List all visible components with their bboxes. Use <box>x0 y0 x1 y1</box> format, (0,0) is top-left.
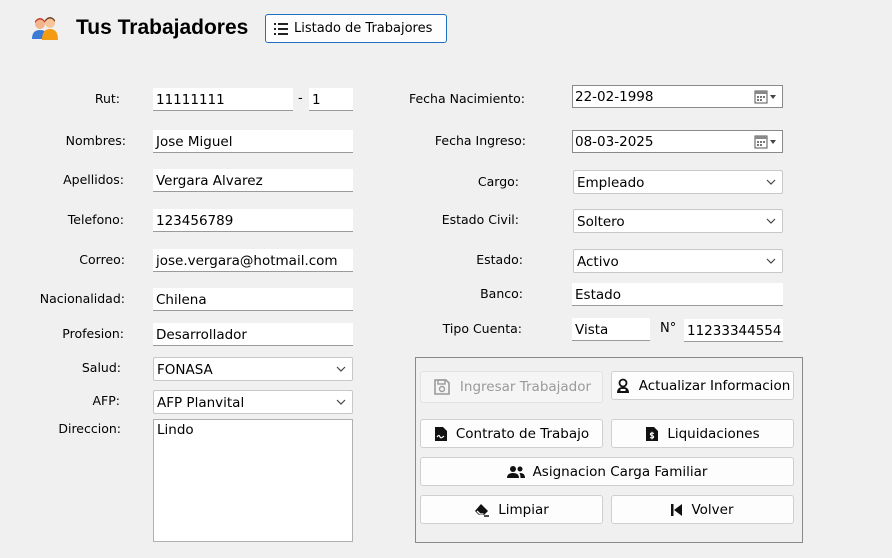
volver-button[interactable]: Volver <box>611 495 794 524</box>
rut-separator: - <box>298 91 303 106</box>
estado-civil-selected: Soltero <box>577 214 625 230</box>
volver-label: Volver <box>691 501 734 518</box>
profesion-input[interactable]: Desarrollador <box>153 323 353 346</box>
direccion-label: Direccion: <box>58 421 121 436</box>
page-title: Tus Trabajadores <box>76 16 249 39</box>
asignacion-carga-familiar-label: Asignacion Carga Familiar <box>532 463 708 480</box>
contrato-trabajo-button[interactable]: Contrato de Trabajo <box>420 419 603 448</box>
liquidaciones-button[interactable]: Liquidaciones <box>611 419 794 448</box>
afp-label: AFP: <box>92 393 121 408</box>
contrato-trabajo-label: Contrato de Trabajo <box>455 425 590 442</box>
fecha-nacimiento-value: 22-02-1998 <box>575 89 654 105</box>
list-workers-button[interactable]: Listado de Trabajores <box>265 14 447 43</box>
fecha-ingreso-label: Fecha Ingreso: <box>434 133 526 148</box>
nombres-input[interactable]: Jose Miguel <box>153 130 353 153</box>
nombres-label: Nombres: <box>65 133 126 148</box>
limpiar-label: Limpiar <box>498 501 549 518</box>
estado-label: Estado: <box>476 252 523 267</box>
ingresar-trabajador-label: Ingresar Trabajador <box>459 379 592 395</box>
eraser-icon <box>475 503 490 517</box>
fecha-ingreso-value: 08-03-2025 <box>575 134 654 150</box>
cargo-selected: Empleado <box>577 175 645 191</box>
actualizar-informacion-label: Actualizar Informacion <box>638 377 791 394</box>
family-group-icon <box>506 465 525 478</box>
fecha-nacimiento-label: Fecha Nacimiento: <box>408 91 525 106</box>
correo-label: Correo: <box>79 252 125 267</box>
afp-select[interactable]: AFP Planvital <box>153 390 353 414</box>
banco-input[interactable]: Estado <box>572 283 783 306</box>
nacionalidad-input[interactable]: Chilena <box>153 288 353 311</box>
telefono-label: Telefono: <box>67 212 124 227</box>
chevron-down-icon <box>766 179 776 185</box>
payslip-document-icon <box>646 426 659 441</box>
asignacion-carga-familiar-button[interactable]: Asignacion Carga Familiar <box>420 457 794 486</box>
estado-selected: Activo <box>577 254 619 270</box>
rut-label: Rut: <box>94 91 120 106</box>
chevron-down-icon <box>336 399 346 405</box>
actualizar-informacion-button[interactable]: Actualizar Informacion <box>611 371 794 400</box>
tipo-cuenta-input[interactable]: Vista <box>572 318 650 341</box>
salud-selected: FONASA <box>157 362 213 378</box>
user-update-icon <box>616 378 629 393</box>
estado-civil-label: Estado Civil: <box>441 212 519 227</box>
salud-select[interactable]: FONASA <box>153 357 353 381</box>
calendar-icon[interactable] <box>754 90 778 104</box>
numero-label: N° <box>660 321 677 336</box>
calendar-icon[interactable] <box>754 135 778 149</box>
ingresar-trabajador-button[interactable]: Ingresar Trabajador <box>420 371 603 403</box>
banco-label: Banco: <box>480 286 523 301</box>
list-icon <box>274 22 288 35</box>
cargo-select[interactable]: Empleado <box>573 170 783 194</box>
liquidaciones-label: Liquidaciones <box>667 425 760 442</box>
direccion-textarea[interactable]: Lindo <box>153 419 353 542</box>
cargo-label: Cargo: <box>477 174 519 189</box>
tipo-cuenta-label: Tipo Cuenta: <box>442 321 522 336</box>
chevron-down-icon <box>336 366 346 372</box>
chevron-down-icon <box>766 258 776 264</box>
estado-select[interactable]: Activo <box>573 249 783 273</box>
chevron-down-icon <box>766 218 776 224</box>
fecha-nacimiento-picker[interactable]: 22-02-1998 <box>572 85 783 108</box>
numero-cuenta-input[interactable]: 11233344554 <box>684 319 783 342</box>
fecha-ingreso-picker[interactable]: 08-03-2025 <box>572 130 783 153</box>
apellidos-label: Apellidos: <box>63 172 124 187</box>
limpiar-button[interactable]: Limpiar <box>420 495 603 524</box>
skip-back-icon <box>671 503 683 516</box>
rut-input[interactable]: 11111111 <box>153 88 293 111</box>
salud-label: Salud: <box>81 360 121 375</box>
save-icon <box>434 379 450 395</box>
contract-document-icon <box>434 426 447 441</box>
list-workers-label: Listado de Trabajores <box>294 21 433 36</box>
apellidos-input[interactable]: Vergara Alvarez <box>153 169 353 192</box>
correo-input[interactable]: jose.vergara@hotmail.com <box>153 249 353 272</box>
telefono-input[interactable]: 123456789 <box>153 209 353 232</box>
afp-selected: AFP Planvital <box>157 395 245 411</box>
estado-civil-select[interactable]: Soltero <box>573 209 783 233</box>
workers-icon <box>30 15 60 43</box>
profesion-label: Profesion: <box>62 326 124 341</box>
nacionalidad-label: Nacionalidad: <box>39 291 125 306</box>
